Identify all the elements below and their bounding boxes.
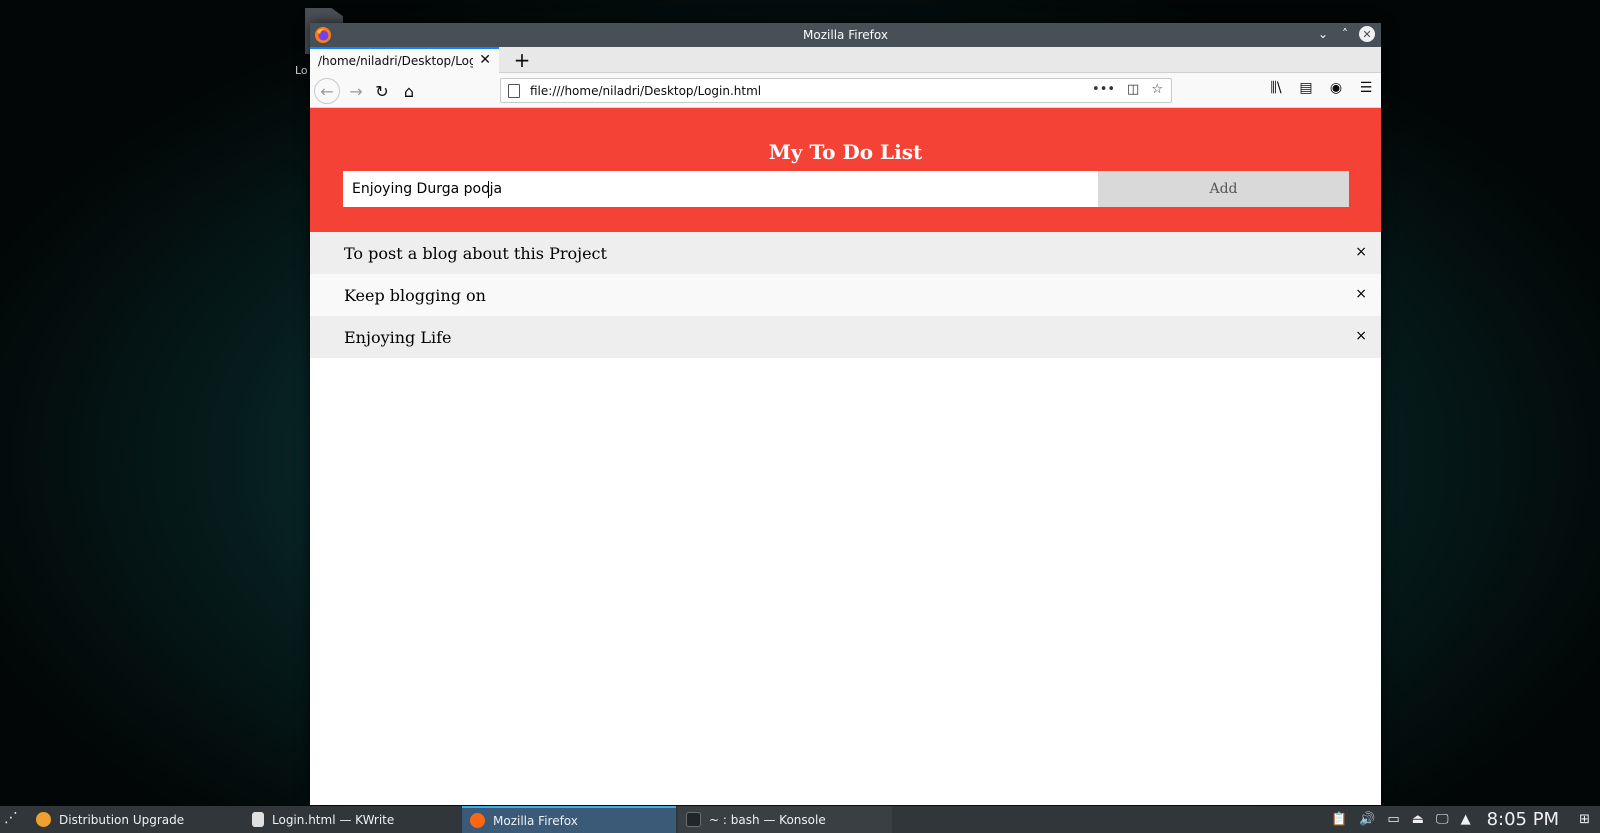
add-button[interactable]: Add bbox=[1098, 171, 1349, 207]
task-label: Login.html — KWrite bbox=[272, 812, 395, 827]
show-desktop-icon[interactable]: ⊞ bbox=[1579, 812, 1590, 827]
list-item[interactable]: To post a blog about this Project × bbox=[310, 232, 1381, 274]
usb-icon[interactable]: ⏏ bbox=[1412, 812, 1424, 827]
system-tray: 📋 🔊 ▭ ⏏ 🖵 ▲ 8:05 PM ⊞ bbox=[1331, 806, 1590, 833]
forward-button[interactable]: → bbox=[343, 78, 369, 104]
text-cursor bbox=[488, 181, 489, 198]
window-title: Mozilla Firefox bbox=[803, 28, 888, 42]
expand-tray-icon[interactable]: ▲ bbox=[1461, 812, 1471, 827]
list-item-text: Enjoying Life bbox=[344, 327, 452, 347]
close-window-button[interactable]: ✕ bbox=[1359, 26, 1375, 42]
bookmark-star-icon[interactable]: ☆ bbox=[1151, 82, 1163, 97]
remove-icon[interactable]: × bbox=[1355, 328, 1367, 344]
todo-header: My To Do List Add bbox=[310, 108, 1381, 232]
battery-icon[interactable]: ▭ bbox=[1387, 812, 1399, 827]
todo-input[interactable] bbox=[343, 171, 1098, 207]
minimize-button[interactable]: ⌄ bbox=[1315, 26, 1331, 42]
nav-bar: ← → ↻ ⌂ file:///home/niladri/Desktop/Log… bbox=[310, 73, 1381, 108]
home-button[interactable]: ⌂ bbox=[396, 78, 422, 104]
terminal-icon bbox=[686, 812, 701, 827]
firefox-icon bbox=[315, 27, 331, 43]
account-icon[interactable]: ◉ bbox=[1327, 80, 1345, 96]
tab-close-icon[interactable]: ✕ bbox=[479, 52, 491, 68]
document-icon bbox=[252, 812, 264, 827]
desktop-file-label: Lo bbox=[295, 64, 308, 77]
page-content: My To Do List Add To post a blog about t… bbox=[310, 108, 1381, 805]
pocket-icon[interactable]: ◫ bbox=[1127, 82, 1139, 97]
list-item[interactable]: Enjoying Life × bbox=[310, 316, 1381, 358]
clipboard-icon[interactable]: 📋 bbox=[1331, 812, 1347, 827]
page-title: My To Do List bbox=[768, 140, 923, 164]
page-icon bbox=[508, 83, 520, 98]
menu-icon[interactable]: ☰ bbox=[1357, 80, 1375, 96]
task-label: Mozilla Firefox bbox=[493, 813, 578, 828]
tab-strip: /home/niladri/Desktop/Login ✕ + bbox=[310, 47, 1381, 73]
task-distribution-upgrade[interactable]: Distribution Upgrade bbox=[28, 806, 242, 833]
reload-button[interactable]: ↻ bbox=[369, 78, 395, 104]
task-label: ~ : bash — Konsole bbox=[709, 812, 826, 827]
volume-icon[interactable]: 🔊 bbox=[1359, 812, 1375, 827]
task-firefox[interactable]: Mozilla Firefox bbox=[462, 806, 676, 833]
todo-list: To post a blog about this Project × Keep… bbox=[310, 232, 1381, 358]
firefox-icon bbox=[470, 813, 485, 828]
list-item-text: Keep blogging on bbox=[344, 285, 486, 305]
task-konsole[interactable]: ~ : bash — Konsole bbox=[678, 806, 892, 833]
url-text[interactable]: file:///home/niladri/Desktop/Login.html bbox=[530, 84, 761, 98]
remove-icon[interactable]: × bbox=[1355, 286, 1367, 302]
list-item[interactable]: Keep blogging on × bbox=[310, 274, 1381, 316]
page-actions-icon[interactable]: ••• bbox=[1092, 82, 1115, 97]
list-item-text: To post a blog about this Project bbox=[344, 243, 607, 263]
back-button[interactable]: ← bbox=[314, 78, 340, 104]
library-icon[interactable]: ⫼\ bbox=[1267, 80, 1285, 96]
window-titlebar[interactable]: Mozilla Firefox ⌄ ˄ ✕ bbox=[310, 23, 1381, 47]
upgrade-icon bbox=[36, 812, 51, 827]
maximize-button[interactable]: ˄ bbox=[1337, 26, 1353, 42]
taskbar: ⋰ Distribution Upgrade Login.html — KWri… bbox=[0, 806, 1600, 833]
task-kwrite[interactable]: Login.html — KWrite bbox=[244, 806, 460, 833]
new-tab-button[interactable]: + bbox=[509, 47, 535, 73]
remove-icon[interactable]: × bbox=[1355, 244, 1367, 260]
task-label: Distribution Upgrade bbox=[59, 812, 185, 827]
firefox-window: Mozilla Firefox ⌄ ˄ ✕ /home/niladri/Desk… bbox=[310, 23, 1381, 805]
display-icon[interactable]: 🖵 bbox=[1436, 812, 1449, 827]
url-bar[interactable]: file:///home/niladri/Desktop/Login.html … bbox=[500, 78, 1172, 103]
sidebar-icon[interactable]: ▤ bbox=[1297, 80, 1315, 96]
application-launcher-icon[interactable]: ⋰ bbox=[4, 810, 24, 830]
tab-active[interactable]: /home/niladri/Desktop/Login ✕ bbox=[310, 47, 499, 73]
tab-title: /home/niladri/Desktop/Login bbox=[318, 54, 473, 68]
clock[interactable]: 8:05 PM bbox=[1487, 809, 1560, 830]
